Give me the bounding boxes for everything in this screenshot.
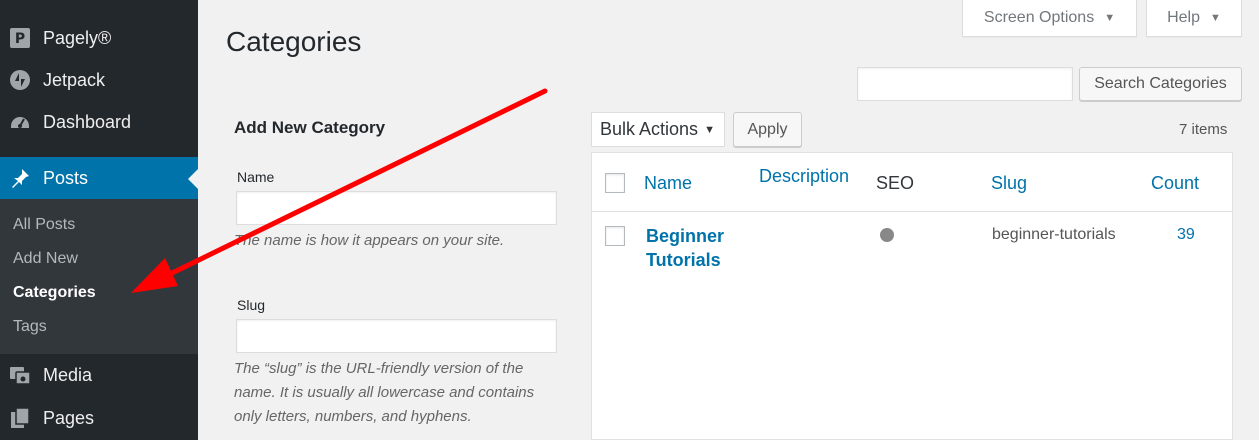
active-indicator <box>188 169 198 189</box>
items-count: 7 items <box>1179 121 1228 138</box>
page-title: Categories <box>226 26 362 57</box>
menu-item-posts[interactable]: Posts <box>0 157 198 199</box>
slug-input[interactable] <box>236 319 557 353</box>
help-label: Help <box>1167 9 1200 26</box>
table-header: Name Description SEO Slug Count <box>592 153 1232 212</box>
caret-down-icon: ▼ <box>1104 12 1116 24</box>
categories-table: Name Description SEO Slug Count Beginner… <box>591 152 1233 440</box>
row-count-link[interactable]: 39 <box>1177 226 1195 244</box>
select-all-checkbox[interactable] <box>605 173 625 193</box>
screen-options-label: Screen Options <box>983 9 1095 26</box>
jetpack-icon <box>9 69 31 91</box>
menu-label: Pagely® <box>43 27 112 48</box>
search-categories-button[interactable]: Search Categories <box>1079 67 1242 101</box>
form-title: Add New Category <box>234 118 386 137</box>
menu-item-dashboard[interactable]: Dashboard <box>0 101 198 143</box>
name-label: Name <box>237 169 275 185</box>
pin-icon <box>9 167 31 189</box>
column-name[interactable]: Name <box>644 173 692 194</box>
row-slug: beginner-tutorials <box>992 226 1116 243</box>
menu-label: Media <box>43 364 93 385</box>
submenu-tags[interactable]: Tags <box>13 318 47 336</box>
slug-label: Slug <box>237 297 266 313</box>
seo-status-dot <box>880 228 894 242</box>
bulk-actions-select[interactable]: Bulk Actions ▼ <box>591 112 725 147</box>
dashboard-icon <box>9 111 31 133</box>
menu-label: Posts <box>43 167 89 188</box>
menu-item-pagely[interactable]: P Pagely® <box>0 17 198 59</box>
caret-down-icon: ▼ <box>1210 12 1221 24</box>
row-checkbox[interactable] <box>605 226 625 246</box>
menu-label: Dashboard <box>43 111 132 132</box>
submenu-categories[interactable]: Categories <box>13 284 96 302</box>
bulk-actions-value: Bulk Actions <box>600 119 699 139</box>
caret-down-icon: ▼ <box>704 123 715 136</box>
column-slug[interactable]: Slug <box>991 173 1027 194</box>
slug-hint: The “slug” is the URL-friendly version o… <box>234 360 535 425</box>
menu-item-jetpack[interactable]: Jetpack <box>0 59 198 101</box>
screen-options-button[interactable]: Screen Options ▼ <box>962 0 1137 37</box>
name-hint: The name is how it appears on your site. <box>234 232 505 249</box>
submenu-all-posts[interactable]: All Posts <box>13 216 75 234</box>
submenu-add-new[interactable]: Add New <box>13 250 78 268</box>
menu-item-pages[interactable]: Pages <box>0 397 198 439</box>
pagely-icon: P <box>9 27 31 49</box>
row-name-link[interactable]: Beginner Tutorials <box>646 224 756 272</box>
column-seo: SEO <box>876 173 915 193</box>
menu-label: Pages <box>43 407 95 428</box>
media-icon <box>9 364 31 386</box>
apply-button[interactable]: Apply <box>733 112 802 147</box>
pages-icon <box>9 407 31 429</box>
menu-item-media[interactable]: Media <box>0 354 198 396</box>
column-count[interactable]: Count <box>1151 173 1199 194</box>
column-description[interactable]: Description <box>759 166 849 187</box>
menu-label: Jetpack <box>43 69 106 90</box>
help-button[interactable]: Help ▼ <box>1146 0 1242 37</box>
svg-text:P: P <box>15 31 25 47</box>
posts-submenu: All Posts Add New Categories Tags <box>0 199 198 354</box>
search-input[interactable] <box>857 67 1073 101</box>
admin-sidebar: P Pagely® Jetpack Dashboard Posts All Po… <box>0 0 198 440</box>
name-input[interactable] <box>236 191 557 225</box>
